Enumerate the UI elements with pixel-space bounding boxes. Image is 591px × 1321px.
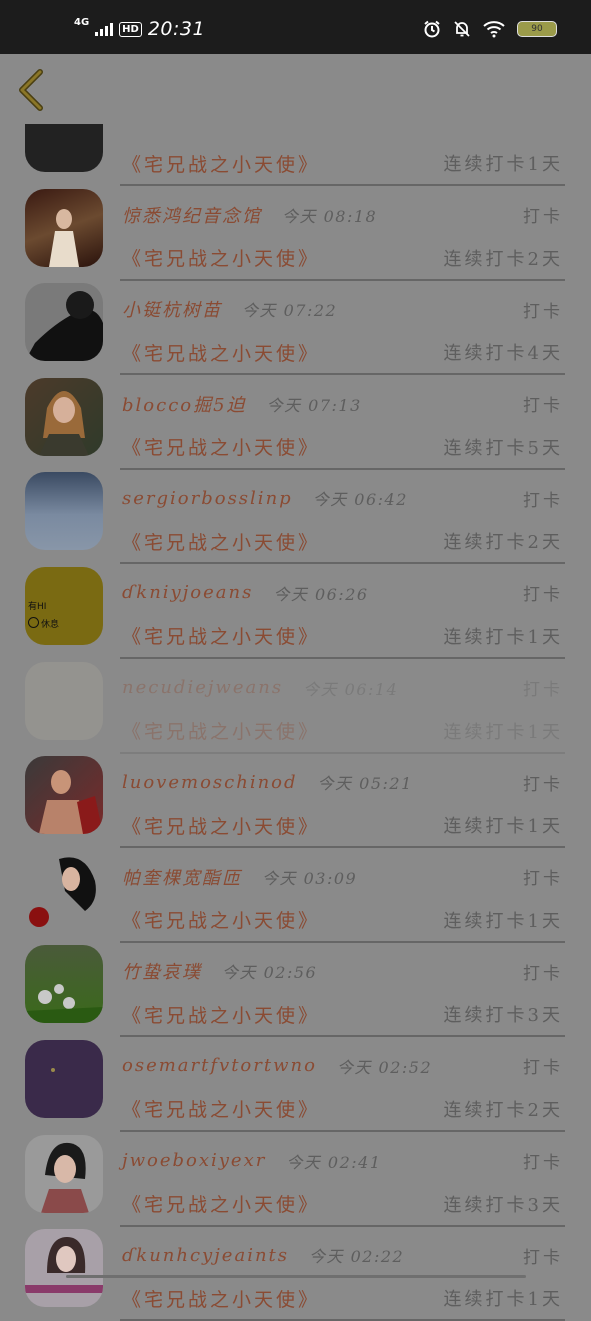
checkin-label: 打卡: [523, 585, 563, 606]
network-type: 4G: [74, 17, 90, 28]
user-line: blocco掘5迫 今天 07:13 打卡: [122, 389, 563, 419]
user-line: 帕奎棵宽酯匝 今天 03:09 打卡: [122, 862, 563, 892]
username[interactable]: blocco掘5迫: [122, 391, 247, 417]
list-item[interactable]: 帕奎棵宽酯匝 今天 03:09 打卡 《宅兄战之小天使》 连续打卡1天: [0, 817, 591, 943]
checkin-label: 打卡: [523, 301, 563, 322]
wifi-icon: [483, 21, 505, 38]
checkin-label: 打卡: [523, 1058, 563, 1079]
list-item[interactable]: blocco掘5迫 今天 07:13 打卡 《宅兄战之小天使》 连续打卡5天: [0, 344, 591, 470]
checkin-label: 打卡: [523, 774, 563, 795]
hd-badge: HD: [119, 21, 142, 37]
username[interactable]: 小铤杭树苗: [122, 296, 222, 322]
scroll-indicator: [66, 1275, 526, 1278]
list-item[interactable]: osemartfvtortwno 今天 02:52 打卡 《宅兄战之小天使》 连…: [0, 1006, 591, 1132]
avatar: [25, 1229, 103, 1308]
no-icon: [28, 616, 39, 628]
username[interactable]: jwoeboxiyexr: [122, 1150, 266, 1171]
checkin-label: 打卡: [523, 869, 563, 890]
battery-icon: 90: [517, 21, 557, 37]
checkin-time: 今天 02:52: [336, 1057, 433, 1077]
notifications-off-icon: [454, 21, 470, 37]
checkin-time: 今天 06:14: [303, 679, 399, 699]
checkin-time: 今天 07:13: [266, 395, 362, 415]
list-item[interactable]: 小铤杭树苗 今天 07:22 打卡 《宅兄战之小天使》 连续打卡4天: [0, 249, 591, 376]
username[interactable]: osemartfvtortwno: [122, 1055, 317, 1076]
checkin-label: 打卡: [523, 207, 563, 228]
username[interactable]: 帕奎棵宽酯匝: [122, 864, 242, 890]
checkin-label: 打卡: [523, 396, 563, 417]
user-line: necudiejweans 今天 06:14 打卡: [122, 673, 563, 703]
user-line: osemartfvtortwno 今天 02:52 打卡: [122, 1051, 563, 1081]
list-item[interactable]: necudiejweans 今天 06:14 打卡 《宅兄战之小天使》 连续打卡…: [0, 628, 591, 754]
user-line: 惊悉鸿纪音念馆 今天 08:18 打卡: [122, 200, 563, 230]
checkin-list: 《宅兄战之小天使》 连续打卡1天 惊悉鸿纪音念馆 今天 08:18 打卡 《宅兄…: [0, 60, 591, 1321]
status-bar: 4G HD 20:31 90: [0, 0, 591, 54]
username[interactable]: 竹蛰哀璞: [122, 958, 202, 984]
list-item[interactable]: 竹蛰哀璞 今天 02:56 打卡 《宅兄战之小天使》 连续打卡3天: [0, 911, 591, 1038]
username[interactable]: necudiejweans: [122, 677, 283, 698]
user-line: jwoeboxiyexr 今天 02:41 打卡: [122, 1146, 563, 1176]
user-line: 竹蛰哀璞 今天 02:56 打卡: [122, 956, 563, 986]
checkin-time: 今天 03:09: [262, 868, 358, 888]
back-button[interactable]: [12, 68, 52, 112]
book-title[interactable]: 《宅兄战之小天使》: [122, 1285, 320, 1312]
checkin-time: 今天 02:56: [222, 963, 318, 983]
user-line: ɗkniyjoeans 今天 06:26 打卡: [122, 578, 563, 608]
checkin-label: 打卡: [523, 1247, 563, 1268]
alarm-icon: [424, 20, 440, 38]
user-line: ɗkunhcyjeaints 今天 02:22 打卡: [122, 1240, 563, 1270]
checkin-time: 今天 02:22: [309, 1247, 405, 1267]
checkin-time: 今天 08:18: [282, 206, 378, 226]
user-line: luovemoschinod 今天 05:21 打卡: [122, 767, 563, 797]
list-item[interactable]: 惊悉鸿纪音念馆 今天 08:18 打卡 《宅兄战之小天使》 连续打卡2天: [0, 155, 591, 281]
username[interactable]: ɗkunhcyjeaints: [122, 1245, 289, 1266]
book-line: 《宅兄战之小天使》 连续打卡1天: [122, 1283, 563, 1313]
signal-icon: [95, 22, 114, 36]
checkin-label: 打卡: [523, 490, 563, 511]
checkin-label: 打卡: [523, 1153, 563, 1174]
clock: 20:31: [147, 18, 206, 40]
checkin-time: 今天 06:26: [273, 584, 369, 604]
top-bar: [0, 54, 591, 124]
streak-text: 连续打卡1天: [443, 1289, 563, 1311]
checkin-label: 打卡: [523, 963, 563, 984]
list-item[interactable]: 有HI 休息 ɗkniyjoeans 今天 06:26 打卡 《宅兄战之小天使》…: [0, 533, 591, 659]
username[interactable]: sergiorbosslinp: [122, 488, 293, 509]
list-item[interactable]: jwoeboxiyexr 今天 02:41 打卡 《宅兄战之小天使》 连续打卡3…: [0, 1101, 591, 1227]
username[interactable]: luovemoschinod: [122, 772, 298, 793]
user-line: 小铤杭树苗 今天 07:22 打卡: [122, 294, 563, 324]
username[interactable]: 惊悉鸿纪音念馆: [122, 202, 262, 228]
checkin-time: 今天 07:22: [242, 301, 338, 321]
checkin-label: 打卡: [523, 680, 563, 701]
avatar-text: 有HI: [28, 601, 47, 612]
user-line: sergiorbosslinp 今天 06:42 打卡: [122, 483, 563, 513]
list-item[interactable]: luovemoschinod 今天 05:21 打卡 《宅兄战之小天使》 连续打…: [0, 722, 591, 849]
checkin-time: 今天 02:41: [286, 1152, 382, 1172]
list-item[interactable]: sergiorbosslinp 今天 06:42 打卡 《宅兄战之小天使》 连续…: [0, 438, 591, 565]
checkin-time: 今天 06:42: [312, 490, 408, 510]
username[interactable]: ɗkniyjoeans: [122, 582, 253, 603]
checkin-time: 今天 05:21: [317, 774, 413, 794]
